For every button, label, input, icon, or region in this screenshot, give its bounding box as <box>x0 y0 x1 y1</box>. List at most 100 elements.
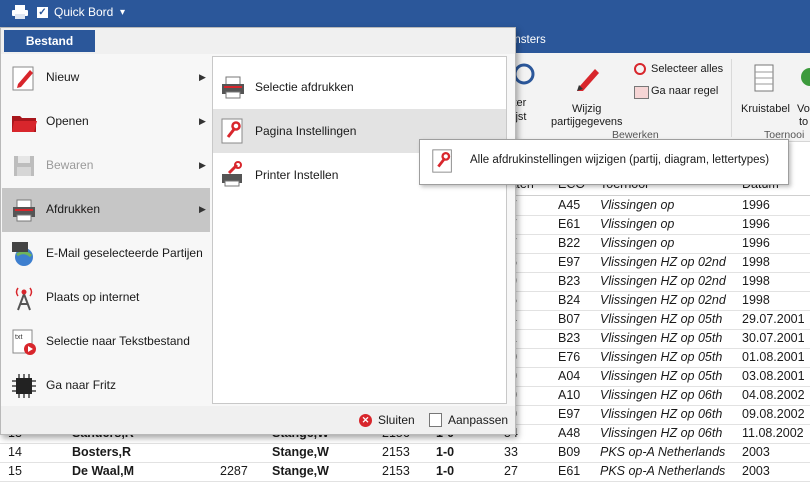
cell-eco: A48 <box>558 426 581 440</box>
print-submenu: Selectie afdrukken Pagina Instellingen P… <box>212 56 507 404</box>
edit-game-data-button[interactable]: Wijzig partijgegevens <box>548 59 630 129</box>
customize-toolbar-dropdown[interactable]: ▾ <box>120 4 125 20</box>
cell-date: 29.07.2001 <box>742 312 805 326</box>
edit-label-1: Wijzig <box>572 103 602 115</box>
table-row[interactable]: 14 Bosters,R Stange,W 2153 1-0 33 B09 PKS op-A … <box>0 443 810 463</box>
customize-button[interactable]: Aanpassen <box>429 412 508 428</box>
cell-tourn: Vlissingen HZ op 02nd <box>600 255 726 269</box>
menu-label: Afdrukken <box>46 202 101 216</box>
printer-icon <box>12 5 28 19</box>
cell-date: 04.08.2002 <box>742 388 805 402</box>
cell-date: 01.08.2001 <box>742 350 805 364</box>
cell-tourn: Vlissingen HZ op 02nd <box>600 274 726 288</box>
tooltip: Alle afdrukinstellingen wijzigen (partij… <box>419 139 789 185</box>
submenu-label: Pagina Instellingen <box>255 124 357 138</box>
cell-date: 03.08.2001 <box>742 369 805 383</box>
crosstable-button[interactable]: Kruistabel <box>737 59 795 129</box>
menu-item-textfile[interactable]: txt Selectie naar Tekstbestand <box>2 320 210 364</box>
submenu-label: Printer Instellen <box>255 168 339 182</box>
cell-moves: 33 <box>504 445 518 459</box>
cell-date: 1998 <box>742 255 770 269</box>
cell-belo: 2153 <box>382 445 410 459</box>
cell-tourn: Vlissingen op <box>600 217 675 231</box>
cell-black: Stange,W <box>272 445 329 459</box>
cell-num: 15 <box>8 464 22 478</box>
menu-label: Nieuw <box>46 70 80 84</box>
floppy-icon <box>14 156 34 176</box>
select-all-label: Selecteer alles <box>651 63 724 75</box>
cell-tourn: Vlissingen HZ op 05th <box>600 350 723 364</box>
cell-tourn: Vlissingen op <box>600 236 675 250</box>
cell-eco: B07 <box>558 312 581 326</box>
chevron-down-icon: ▾ <box>120 6 126 18</box>
chevron-right-icon: ▶ <box>199 72 206 82</box>
cell-tourn: Vlissingen HZ op 06th <box>600 388 723 402</box>
cell-eco: A10 <box>558 388 581 402</box>
cell-tourn: Vlissingen HZ op 02nd <box>600 293 726 307</box>
cell-date: 1996 <box>742 217 770 231</box>
goto-row-button[interactable]: Ga naar regel <box>634 84 734 100</box>
next-button[interactable]: Vo to <box>794 59 810 129</box>
menu-item-bewaren[interactable]: Bewaren ▶ <box>2 144 210 188</box>
table-row[interactable]: 15 De Waal,M 2287 Stange,W 2153 1-0 27 E61 PKS o… <box>0 462 810 482</box>
printer-wrench-icon <box>222 161 242 187</box>
next-label-2: to <box>799 116 809 128</box>
cell-eco: B23 <box>558 274 581 288</box>
cell-num: 14 <box>8 445 22 459</box>
crosstable-label: Kruistabel <box>741 103 790 115</box>
next-label-1: Vo <box>797 103 810 115</box>
menu-item-email[interactable]: E-Mail geselecteerde Partijen <box>2 232 210 276</box>
cell-eco: B09 <box>558 445 581 459</box>
cell-eco: E61 <box>558 464 581 478</box>
cell-eco: B24 <box>558 293 581 307</box>
customize-label: Aanpassen <box>448 413 509 427</box>
menu-item-openen[interactable]: Openen ▶ <box>2 100 210 144</box>
select-all-icon <box>634 63 646 75</box>
cell-tourn: Vlissingen HZ op 05th <box>600 331 723 345</box>
chevron-right-icon: ▶ <box>199 116 206 126</box>
menu-label: Openen <box>46 114 89 128</box>
printer-icon <box>13 199 35 222</box>
cell-date: 1998 <box>742 274 770 288</box>
cell-date: 30.07.2001 <box>742 331 805 345</box>
menu-item-nieuw[interactable]: Nieuw ▶ <box>2 56 210 100</box>
menu-item-internet[interactable]: Plaats op internet <box>2 276 210 320</box>
menu-item-afdrukken[interactable]: Afdrukken ▶ <box>2 188 210 232</box>
email-icon <box>12 242 33 266</box>
tab-bestand[interactable]: Bestand <box>4 30 95 52</box>
quick-bord-label: Quick Bord <box>54 5 114 19</box>
cell-tourn: PKS op-A Netherlands <box>600 464 726 478</box>
cell-date: 11.08.2002 <box>742 426 804 440</box>
file-menu-footer: ✕ Sluiten Aanpassen <box>1 406 515 434</box>
cell-res: 1-0 <box>436 445 455 459</box>
cell-tourn: PKS op-A Netherlands <box>600 445 726 459</box>
checkbox-icon: ✓ <box>37 6 48 18</box>
cell-res: 1-0 <box>436 464 455 478</box>
select-all-button[interactable]: Selecteer alles <box>634 62 734 78</box>
cell-eco: A45 <box>558 198 581 212</box>
chip-icon <box>12 374 36 398</box>
menu-label: Ga naar Fritz <box>46 378 117 392</box>
submenu-label: Selectie afdrukken <box>255 80 354 94</box>
print-quick-button[interactable] <box>12 4 28 20</box>
cell-tourn: Vlissingen op <box>600 198 675 212</box>
cell-belo: 2153 <box>382 464 410 478</box>
group-divider <box>731 59 732 137</box>
file-menu: Bestand Nieuw ▶ Openen ▶ Bewaren ▶ Afdru… <box>0 27 516 435</box>
menu-item-fritz[interactable]: Ga naar Fritz <box>2 364 210 408</box>
close-button[interactable]: ✕ Sluiten <box>359 412 415 428</box>
cell-eco: B22 <box>558 236 581 250</box>
customize-icon <box>429 413 442 427</box>
wrench-icon <box>221 118 243 144</box>
menu-label: Plaats op internet <box>46 290 140 304</box>
title-bar: ✓ Quick Bord ▾ <box>0 0 810 25</box>
submenu-item-selectie-afdrukken[interactable]: Selectie afdrukken <box>213 65 506 109</box>
quick-bord-toggle[interactable]: ✓ Quick Bord <box>37 4 113 20</box>
pencil-icon <box>12 66 34 91</box>
printer-icon <box>222 76 244 99</box>
close-icon: ✕ <box>359 413 372 427</box>
menu-label: Bewaren <box>46 158 94 172</box>
goto-row-icon <box>634 86 649 99</box>
cell-tourn: Vlissingen HZ op 05th <box>600 369 723 383</box>
cell-date: 1998 <box>742 293 770 307</box>
